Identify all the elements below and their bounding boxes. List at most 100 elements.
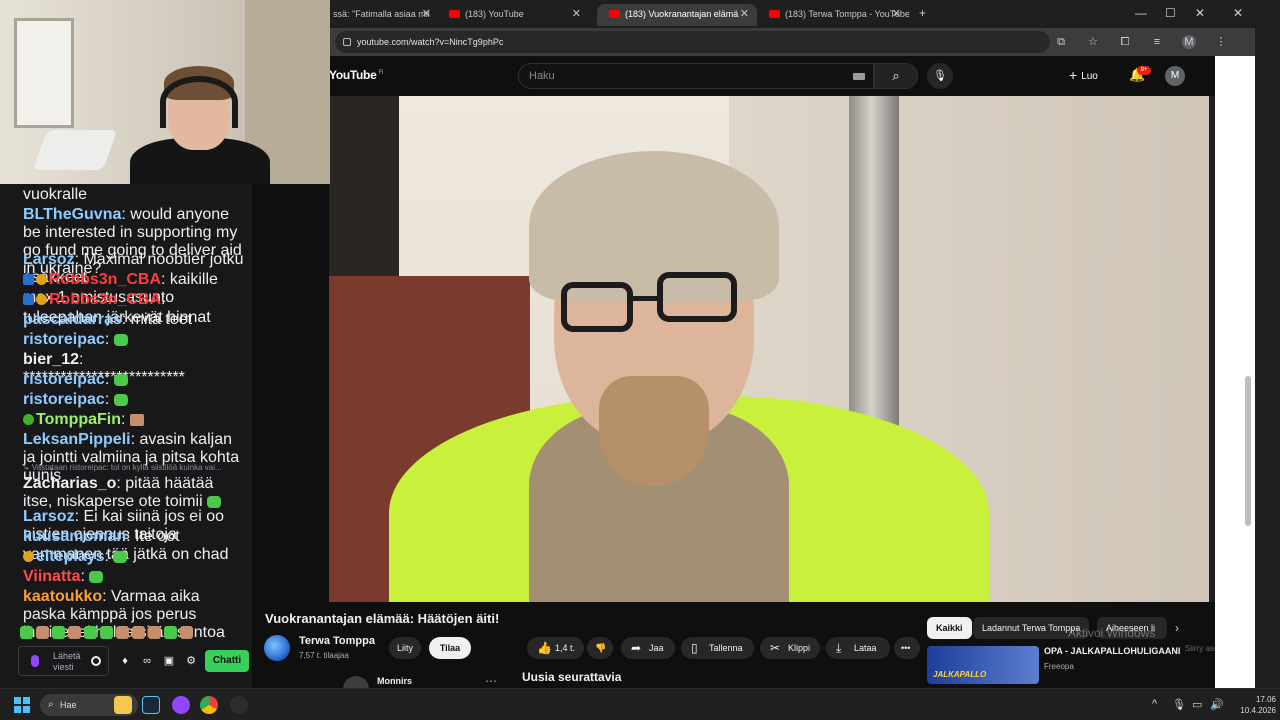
share-button[interactable]: ➦ Jaa: [621, 637, 675, 659]
mic-tray-icon[interactable]: 🎙: [1172, 698, 1186, 711]
scrollbar[interactable]: [1245, 376, 1251, 526]
emote-icon[interactable]: [132, 626, 145, 639]
chevron-right-icon[interactable]: ›: [1175, 621, 1179, 635]
video-title: Vuokranantajan elämää: Häätöjen äiti!: [265, 611, 500, 626]
chat-message: Zacharias_o: pitää häätää itse, niskaper…: [23, 475, 245, 511]
browser-window: ssä: "Fatimalla asiaa mii ✕ (183) YouTube…: [264, 0, 1280, 702]
video-glasses: [561, 282, 633, 332]
dislike-button[interactable]: 👎: [587, 637, 613, 659]
new-tab-button[interactable]: +: [919, 6, 926, 20]
chat-message: vuokralle: [23, 186, 88, 203]
chat-message: pascaldarras: mitä teet: [23, 311, 192, 328]
site-info-icon[interactable]: [343, 38, 351, 46]
network-icon[interactable]: ▭: [1192, 698, 1202, 711]
scissors-icon: ✂: [770, 641, 781, 655]
emote-icon[interactable]: [84, 626, 97, 639]
account-avatar[interactable]: M: [1165, 66, 1185, 86]
create-button[interactable]: + Luo: [1069, 67, 1098, 83]
voice-search-button[interactable]: 🎙: [927, 63, 953, 89]
browser-tab[interactable]: (183) Terwa Tomppa - YouTube ✕: [757, 4, 909, 26]
youtube-logo[interactable]: YouTube FI: [329, 68, 383, 82]
emote-icon[interactable]: [68, 626, 81, 639]
chip-all[interactable]: Kaikki: [927, 617, 972, 639]
emote-icon[interactable]: [36, 626, 49, 639]
bookmark-icon: ▯: [691, 641, 698, 655]
close-icon[interactable]: ✕: [892, 4, 901, 24]
infinity-icon[interactable]: ∞: [140, 655, 154, 667]
close-icon[interactable]: ✕: [422, 4, 431, 24]
browser-tab-active[interactable]: (183) Vuokranantajan elämä ✕: [597, 4, 757, 26]
emote-icon[interactable]: [116, 626, 129, 639]
emote-icon[interactable]: [100, 626, 113, 639]
chat-message: ristoreipac:: [23, 331, 245, 349]
emote-icon[interactable]: [52, 626, 65, 639]
star-icon[interactable]: ☆: [1086, 35, 1100, 49]
taskbar: ⌕ Hae ^ 🎙 ▭ 🔊 17.06 10.4.2026: [0, 688, 1280, 720]
recommended-thumbnail[interactable]: JALKAPALLO: [927, 646, 1039, 684]
more-icon[interactable]: ⋯: [485, 674, 497, 688]
channel-avatar[interactable]: [264, 635, 290, 661]
maximize-icon[interactable]: ☐: [1165, 6, 1176, 20]
search-button[interactable]: ⌕: [874, 63, 918, 89]
close-icon[interactable]: ✕: [740, 4, 749, 24]
browser-tab[interactable]: ssä: "Fatimalla asiaa mii ✕: [329, 4, 439, 26]
recommended-channel[interactable]: Freeopa: [1044, 662, 1074, 671]
obs-icon[interactable]: [230, 696, 248, 714]
minimize-icon[interactable]: —: [1135, 6, 1147, 20]
clip-button[interactable]: ✂ Klippi: [760, 637, 820, 659]
comment-user[interactable]: Monnirs: [377, 676, 412, 686]
share-icon: ➦: [631, 641, 642, 655]
close-window-icon[interactable]: ✕: [1233, 6, 1243, 20]
clock[interactable]: 17.06 10.4.2026: [1226, 694, 1276, 716]
chrome-icon[interactable]: [200, 696, 218, 714]
download-button[interactable]: ⤓ Lataa: [826, 637, 890, 659]
notification-badge: 9+: [1137, 66, 1151, 75]
youtube-icon: [449, 10, 460, 18]
like-button[interactable]: 👍 1,4 t.: [527, 637, 584, 659]
video-player[interactable]: [329, 96, 1209, 602]
install-icon[interactable]: ⧉: [1054, 35, 1068, 49]
chat-message: ristoreipac:: [23, 391, 245, 409]
steam-icon[interactable]: [142, 696, 160, 714]
twitch-icon[interactable]: [172, 696, 190, 714]
emote-icon[interactable]: [164, 626, 177, 639]
emote-icon[interactable]: [180, 626, 193, 639]
search-icon: ⌕: [48, 699, 54, 710]
bits-icon[interactable]: ♦: [118, 655, 132, 667]
emote-icon[interactable]: [148, 626, 161, 639]
recommended-title[interactable]: OPA - JALKAPALLOHULIGAANI: [1044, 646, 1180, 656]
chat-send-button[interactable]: Chatti: [205, 650, 249, 672]
windows-start-icon[interactable]: [14, 697, 30, 713]
file-explorer-icon[interactable]: [114, 696, 132, 714]
mic-icon[interactable]: [31, 655, 39, 667]
store-icon[interactable]: ▣: [162, 655, 176, 667]
more-actions-button[interactable]: •••: [894, 637, 920, 659]
youtube-icon: [609, 10, 620, 18]
tray-chevron-icon[interactable]: ^: [1152, 698, 1157, 710]
youtube-icon: [769, 10, 780, 18]
emote-icon[interactable]: [20, 626, 33, 639]
emoji-icon[interactable]: [91, 656, 101, 666]
search-input[interactable]: Haku: [518, 63, 874, 89]
keyboard-icon[interactable]: [853, 73, 865, 80]
chat-input[interactable]: Lähetä viesti: [18, 646, 109, 676]
channel-name[interactable]: Terwa Tomppa: [299, 635, 375, 647]
webcam-window: [14, 18, 74, 128]
join-button[interactable]: Liity: [389, 637, 421, 659]
extensions-icon[interactable]: ⧠: [1118, 35, 1132, 49]
media-icon[interactable]: ≡: [1150, 35, 1164, 49]
profile-avatar[interactable]: M: [1182, 35, 1196, 49]
address-icons: ⧉ ☆ ⧠ ≡ M ⋮: [1054, 35, 1228, 49]
subscribe-button[interactable]: Tilaa: [429, 637, 471, 659]
close-window-icon[interactable]: ✕: [1195, 6, 1205, 20]
chat-message: Viinatta:: [23, 568, 245, 586]
save-button[interactable]: ▯ Tallenna: [681, 637, 754, 659]
volume-icon[interactable]: 🔊: [1210, 698, 1224, 711]
sub-badge-icon: [23, 551, 34, 563]
browser-tab[interactable]: (183) YouTube ✕: [437, 4, 589, 26]
webcam-headset: [160, 76, 238, 128]
gear-icon[interactable]: ⚙: [184, 655, 198, 667]
close-icon[interactable]: ✕: [572, 4, 581, 24]
menu-icon[interactable]: ⋮: [1214, 35, 1228, 49]
url-field[interactable]: youtube.com/watch?v=NincTg9phPc: [335, 31, 1050, 53]
